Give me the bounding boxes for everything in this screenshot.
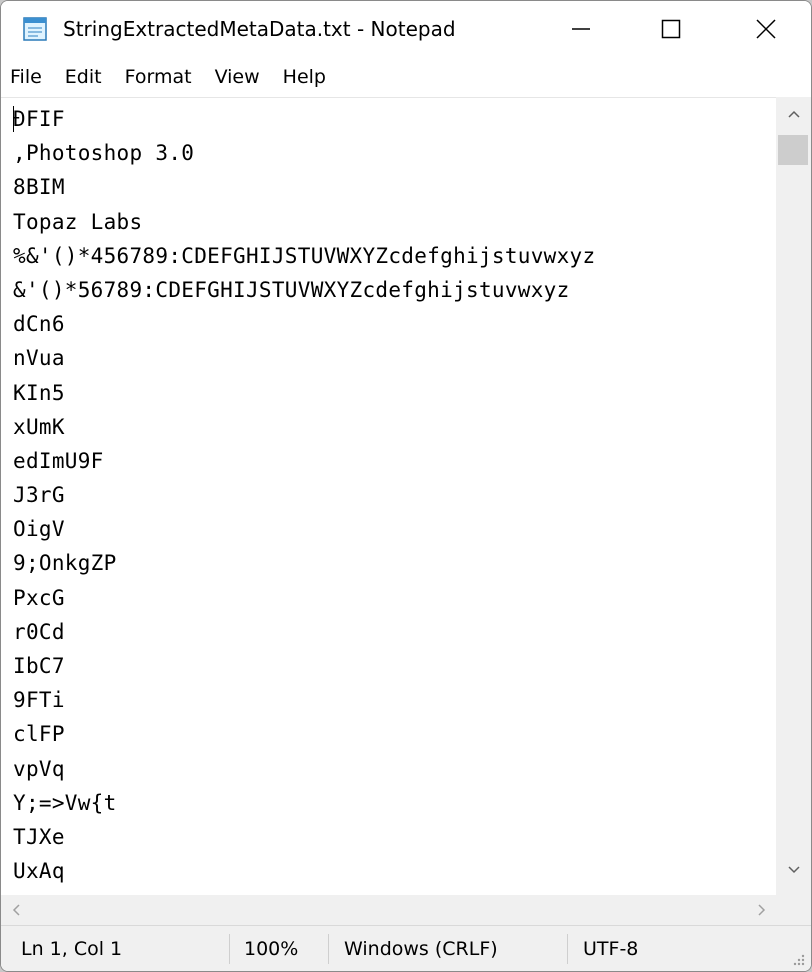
text-line: r0Cd [13, 619, 65, 644]
chevron-up-icon [787, 110, 800, 118]
horizontal-scrollbar[interactable] [1, 895, 776, 925]
text-line: J3rG [13, 483, 65, 508]
status-divider [567, 934, 568, 964]
line-ending: Windows (CRLF) [344, 938, 498, 960]
cursor-position: Ln 1, Col 1 [21, 938, 123, 960]
menu-help[interactable]: Help [273, 57, 339, 97]
minimize-button[interactable] [536, 1, 626, 57]
text-line: nVua [13, 346, 65, 371]
text-line: UxAq [13, 859, 65, 884]
text-line: OigV [13, 517, 65, 542]
chevron-right-icon[interactable] [751, 900, 771, 920]
text-line: 9;OnkgZP [13, 551, 117, 576]
text-line: 9FTi [13, 688, 65, 713]
status-divider [229, 934, 230, 964]
maximize-icon [661, 19, 681, 39]
minimize-icon [572, 28, 590, 30]
zoom-level: 100% [244, 938, 299, 960]
text-line: Y;=>Vw{t [13, 790, 117, 815]
text-line: xUmK [13, 414, 65, 439]
window-title: StringExtractedMetaData.txt - Notepad [63, 17, 456, 41]
close-button[interactable] [721, 1, 811, 57]
title-bar[interactable]: StringExtractedMetaData.txt - Notepad [1, 1, 811, 57]
menu-view[interactable]: View [205, 57, 273, 97]
scroll-down-button[interactable] [776, 863, 811, 883]
chevron-down-icon [787, 866, 800, 874]
encoding: UTF-8 [583, 938, 639, 960]
text-line: ÐFIF [13, 107, 65, 131]
text-caret [13, 106, 14, 132]
resize-grip-icon[interactable] [787, 948, 807, 968]
scroll-thumb[interactable] [778, 135, 808, 165]
status-bar: Ln 1, Col 1 100% Windows (CRLF) UTF-8 [1, 925, 811, 971]
vertical-scrollbar[interactable] [776, 97, 811, 895]
menu-format[interactable]: Format [115, 57, 205, 97]
text-line: ,Photoshop 3.0 [13, 141, 195, 166]
text-line: 8BIM [13, 175, 65, 200]
notepad-icon [23, 17, 47, 41]
maximize-button[interactable] [626, 1, 716, 57]
menu-edit[interactable]: Edit [55, 57, 115, 97]
text-line: %&'()*456789:CDEFGHIJSTUVWXYZcdefghijstu… [13, 243, 596, 268]
text-line: Topaz Labs [13, 209, 143, 234]
close-icon [756, 19, 776, 39]
chevron-left-icon[interactable] [7, 900, 27, 920]
text-line: TJXe [13, 824, 65, 849]
menu-bar: File Edit Format View Help [1, 57, 811, 97]
text-line: IbC7 [13, 654, 65, 678]
text-line: clFP [13, 722, 65, 747]
text-editor[interactable]: ÐFIF ,Photoshop 3.0 8BIM Topaz Labs %&'(… [1, 97, 776, 896]
status-divider [328, 934, 329, 964]
notepad-window: StringExtractedMetaData.txt - Notepad Fi… [0, 0, 812, 972]
text-line: KIn5 [13, 380, 65, 405]
text-line: dCn6 [13, 312, 65, 337]
text-line: edImU9F [13, 448, 104, 473]
scroll-up-button[interactable] [776, 107, 811, 127]
text-line: vpVq [13, 756, 65, 781]
scrollbar-corner [776, 895, 811, 925]
text-line: &'()*56789:CDEFGHIJSTUVWXYZcdefghijstuvw… [13, 277, 570, 302]
menu-file[interactable]: File [1, 57, 55, 97]
text-line: PxcG [13, 585, 65, 610]
